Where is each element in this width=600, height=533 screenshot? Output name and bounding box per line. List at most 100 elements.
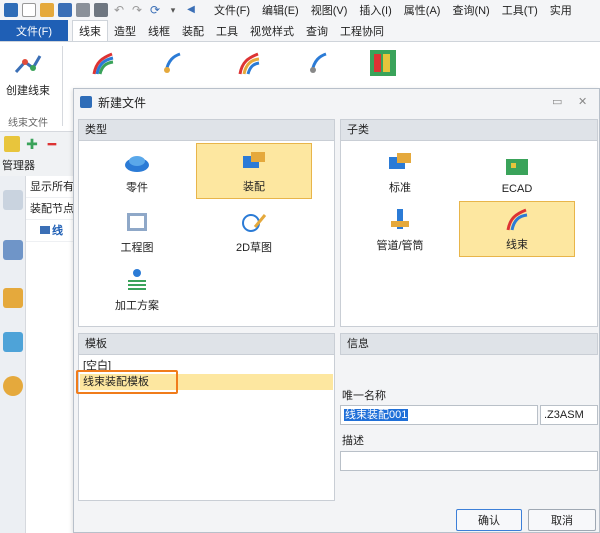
dialog-title: 新建文件 <box>98 95 147 110</box>
standard-assembly-icon <box>389 153 411 169</box>
history-icon[interactable] <box>3 240 23 260</box>
view-manager-icon[interactable] <box>3 332 23 352</box>
type-machining-plan[interactable]: 加工方案 <box>79 261 195 317</box>
ribbon-tabs: 文件(F) 线束 造型 线框 装配 工具 视觉样式 查询 工程协同 <box>0 20 600 42</box>
connector-icon[interactable] <box>306 50 332 76</box>
menu-edit[interactable]: 编辑(E) <box>262 2 299 18</box>
subtype-piping[interactable]: 管道/管筒 <box>342 201 458 257</box>
tab-collaboration[interactable]: 工程协同 <box>334 20 390 41</box>
tab-visual-style[interactable]: 视觉样式 <box>244 20 300 41</box>
user-icon[interactable] <box>3 376 23 396</box>
subtype-panel: 标准 ECAD 管道/管筒 线束 <box>340 141 598 327</box>
assembly-icon <box>243 152 265 168</box>
collapse-left-icon[interactable]: ◀ <box>184 3 198 17</box>
ribbon-separator <box>62 46 63 126</box>
save-icon[interactable] <box>58 3 72 17</box>
menu-view[interactable]: 视图(V) <box>311 2 348 18</box>
template-panel-header: 模板 <box>78 333 335 355</box>
add-icon[interactable]: ✚ <box>24 136 40 152</box>
subtype-ecad[interactable]: ECAD <box>459 143 575 199</box>
create-harness-button[interactable]: 创建线束 <box>6 50 50 98</box>
restore-icon[interactable]: ▭ <box>552 95 562 108</box>
type-label: 装配 <box>243 181 265 193</box>
pipe-icon <box>391 209 409 229</box>
menu-insert[interactable]: 插入(I) <box>359 2 391 18</box>
info-panel-header: 信息 <box>340 333 598 355</box>
type-drawing[interactable]: 工程图 <box>79 203 195 259</box>
sketch-icon <box>242 214 267 232</box>
subtype-panel-header: 子类 <box>340 119 598 141</box>
type-label: 2D草图 <box>235 242 273 254</box>
subtype-label: 管道/管筒 <box>376 240 424 252</box>
dropdown-arrow-icon[interactable]: ▾ <box>166 3 180 17</box>
bundle-icon[interactable] <box>236 50 262 76</box>
type-label: 加工方案 <box>115 300 159 312</box>
left-toolbar: ✚ ━ <box>0 132 74 156</box>
tree-row[interactable]: 线 <box>26 220 74 242</box>
type-2d-sketch[interactable]: 2D草图 <box>196 203 312 259</box>
assembly-tree: 显示所有 装配节点 线 <box>26 176 74 533</box>
ribbon-group-label: 线束文件 <box>8 118 48 129</box>
ok-button[interactable]: 确认 <box>456 509 522 531</box>
subtype-label: ECAD <box>501 183 533 195</box>
unique-name-field[interactable]: 线束装配001 <box>340 405 538 425</box>
remove-icon[interactable]: ━ <box>44 136 60 152</box>
drawing-icon <box>127 213 147 231</box>
type-assembly[interactable]: 装配 <box>196 143 312 199</box>
close-icon[interactable]: ✕ <box>578 95 587 108</box>
type-label: 工程图 <box>120 242 154 254</box>
tab-modeling[interactable]: 造型 <box>108 20 142 41</box>
description-field[interactable] <box>340 451 598 471</box>
new-file-icon[interactable] <box>22 3 36 17</box>
dialog-app-icon <box>80 96 92 108</box>
harness-cable-icon[interactable] <box>90 50 116 76</box>
side-icon-strip <box>0 176 26 533</box>
dialog-title-bar: 新建文件 ▭ ✕ <box>74 89 599 115</box>
assembly-tree-icon[interactable] <box>3 190 23 210</box>
subtype-standard[interactable]: 标准 <box>342 143 458 199</box>
menu-file[interactable]: 文件(F) <box>214 2 250 18</box>
type-panel: 零件 装配 工程图 2D草图 加工方案 <box>78 141 335 327</box>
undo-icon[interactable]: ↶ <box>112 3 126 17</box>
file-tab[interactable]: 文件(F) <box>0 20 68 41</box>
tree-row[interactable]: 装配节点 <box>26 198 74 220</box>
main-menu: 文件(F) 编辑(E) 视图(V) 插入(I) 属性(A) 查询(N) 工具(T… <box>208 2 578 18</box>
subtype-label: 线束 <box>506 239 528 251</box>
machining-icon <box>128 269 146 290</box>
ecad-board-icon <box>506 159 528 175</box>
print-preview-icon[interactable] <box>94 3 108 17</box>
tab-query[interactable]: 查询 <box>300 20 334 41</box>
quick-access-bar: ↶ ↷ ⟳ ▾ ◀ 文件(F) 编辑(E) 视图(V) 插入(I) 属性(A) … <box>0 0 600 20</box>
tree-row[interactable]: 显示所有 <box>26 176 74 198</box>
menu-tools[interactable]: 工具(T) <box>502 2 538 18</box>
tab-assembly[interactable]: 装配 <box>176 20 210 41</box>
menu-query[interactable]: 查询(N) <box>452 2 489 18</box>
cable-route-icon[interactable] <box>160 50 186 76</box>
menu-attribute[interactable]: 属性(A) <box>404 2 441 18</box>
harness-node-icon <box>40 226 50 234</box>
subtype-harness[interactable]: 线束 <box>459 201 575 257</box>
description-label: 描述 <box>342 435 364 447</box>
type-label: 零件 <box>126 182 148 194</box>
extension-field: .Z3ASM <box>540 405 598 425</box>
tab-harness[interactable]: 线束 <box>72 20 108 41</box>
type-panel-header: 类型 <box>78 119 335 141</box>
subtype-label: 标准 <box>389 182 411 194</box>
part-icon <box>125 156 149 172</box>
tab-tools[interactable]: 工具 <box>210 20 244 41</box>
unique-name-label: 唯一名称 <box>342 390 386 402</box>
tab-wireframe[interactable]: 线框 <box>142 20 176 41</box>
part-library-icon[interactable] <box>3 288 23 308</box>
cancel-button[interactable]: 取消 <box>528 509 596 531</box>
redo-icon[interactable]: ↷ <box>130 3 144 17</box>
unique-name-value: 线束装配001 <box>344 409 409 421</box>
open-folder-icon[interactable] <box>40 3 54 17</box>
manager-label: 管理器 <box>0 156 74 176</box>
tree-node-label: 线 <box>52 225 63 237</box>
type-part[interactable]: 零件 <box>79 143 195 199</box>
wire-list-icon[interactable] <box>368 48 398 78</box>
select-filter-icon[interactable] <box>4 136 20 152</box>
refresh-icon[interactable]: ⟳ <box>148 3 162 17</box>
menu-utility[interactable]: 实用 <box>550 2 572 18</box>
print-icon[interactable] <box>76 3 90 17</box>
